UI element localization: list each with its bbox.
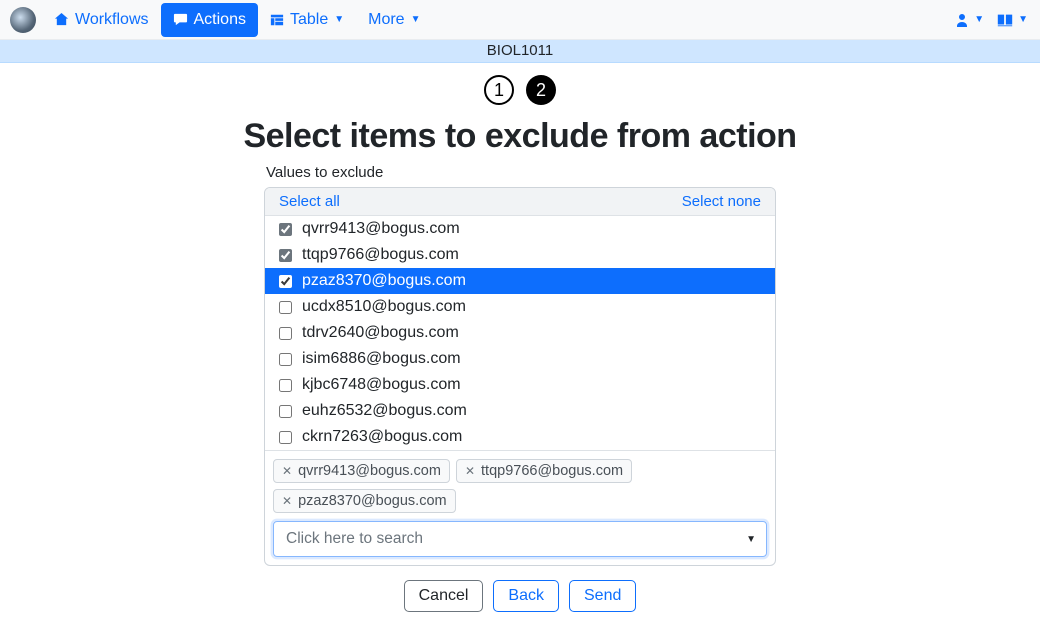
list-item-label: euhz6532@bogus.com — [302, 402, 467, 420]
select-all-link[interactable]: Select all — [279, 193, 340, 210]
step-2: 2 — [526, 75, 556, 105]
panel-header: Select all Select none — [265, 188, 775, 216]
panel-label: Values to exclude — [266, 164, 776, 181]
list-item[interactable]: ckrn7263@bogus.com — [265, 424, 775, 450]
nav-workflows-label: Workflows — [75, 11, 149, 29]
list-item-checkbox[interactable] — [279, 223, 292, 236]
list-item[interactable]: qvrr9413@bogus.com — [265, 216, 775, 242]
nav-workflows[interactable]: Workflows — [42, 3, 161, 37]
list-item-checkbox[interactable] — [279, 405, 292, 418]
chip: ✕ qvrr9413@bogus.com — [273, 459, 450, 483]
list-item[interactable]: ucdx8510@bogus.com — [265, 294, 775, 320]
main-content: 1 2 Select items to exclude from action … — [0, 63, 1040, 632]
list-item[interactable]: pzaz8370@bogus.com — [265, 268, 775, 294]
search-input[interactable] — [284, 529, 746, 549]
nav-table[interactable]: Table ▼ — [258, 3, 356, 37]
comment-icon — [173, 12, 188, 27]
nav-more[interactable]: More ▼ — [356, 3, 432, 37]
list-item-checkbox[interactable] — [279, 327, 292, 340]
list-item-checkbox[interactable] — [279, 275, 292, 288]
selected-chips: ✕ qvrr9413@bogus.com ✕ ttqp9766@bogus.com ✕ p… — [265, 450, 775, 521]
list-item-label: ckrn7263@bogus.com — [302, 428, 462, 446]
chip-remove-icon[interactable]: ✕ — [282, 464, 292, 478]
list-item-label: ttqp9766@bogus.com — [302, 246, 459, 264]
list-item-checkbox[interactable] — [279, 249, 292, 262]
list-item-checkbox[interactable] — [279, 379, 292, 392]
caret-down-icon: ▼ — [974, 14, 984, 25]
app-logo[interactable] — [10, 7, 36, 33]
nav-actions[interactable]: Actions — [161, 3, 258, 37]
list-item-label: qvrr9413@bogus.com — [302, 220, 460, 238]
list-item-label: tdrv2640@bogus.com — [302, 324, 459, 342]
book-menu[interactable]: ▼ — [996, 12, 1028, 28]
table-icon — [270, 13, 284, 27]
nav-more-label: More — [368, 11, 404, 29]
context-title: BIOL1011 — [487, 42, 553, 59]
list-item-checkbox[interactable] — [279, 301, 292, 314]
list-item-label: isim6886@bogus.com — [302, 350, 461, 368]
book-icon — [996, 12, 1014, 28]
list-item[interactable]: euhz6532@bogus.com — [265, 398, 775, 424]
step-1: 1 — [484, 75, 514, 105]
list-item-label: pzaz8370@bogus.com — [302, 272, 466, 290]
chip-label: qvrr9413@bogus.com — [298, 463, 441, 479]
list-item-label: kjbc6748@bogus.com — [302, 376, 461, 394]
chip: ✕ pzaz8370@bogus.com — [273, 489, 456, 513]
nav-actions-label: Actions — [194, 11, 246, 29]
list-item-checkbox[interactable] — [279, 431, 292, 444]
context-bar: BIOL1011 — [0, 40, 1040, 63]
list-item[interactable]: isim6886@bogus.com — [265, 346, 775, 372]
exclude-panel: Select all Select none qvrr9413@bogus.co… — [264, 187, 776, 566]
list-item-checkbox[interactable] — [279, 353, 292, 366]
caret-down-icon: ▼ — [1018, 14, 1028, 25]
list-item[interactable]: tdrv2640@bogus.com — [265, 320, 775, 346]
chip-label: pzaz8370@bogus.com — [298, 493, 447, 509]
step-indicator: 1 2 — [484, 75, 556, 105]
list-item[interactable]: kjbc6748@bogus.com — [265, 372, 775, 398]
nav-table-label: Table — [290, 11, 328, 29]
user-icon — [954, 12, 970, 28]
chip-label: ttqp9766@bogus.com — [481, 463, 623, 479]
caret-down-icon: ▼ — [334, 14, 344, 25]
list-item[interactable]: ttqp9766@bogus.com — [265, 242, 775, 268]
exclude-list[interactable]: qvrr9413@bogus.com ttqp9766@bogus.com pzaz… — [265, 216, 775, 450]
navbar: Workflows Actions Table ▼ More ▼ ▼ ▼ — [0, 0, 1040, 40]
chip: ✕ ttqp9766@bogus.com — [456, 459, 632, 483]
search-combobox[interactable]: ▼ — [273, 521, 767, 557]
caret-down-icon: ▼ — [746, 534, 756, 545]
chip-remove-icon[interactable]: ✕ — [282, 494, 292, 508]
page-title: Select items to exclude from action — [243, 117, 796, 156]
list-item-label: ucdx8510@bogus.com — [302, 298, 466, 316]
chip-remove-icon[interactable]: ✕ — [465, 464, 475, 478]
caret-down-icon: ▼ — [411, 14, 421, 25]
select-none-link[interactable]: Select none — [682, 193, 761, 210]
user-menu[interactable]: ▼ — [954, 12, 984, 28]
home-icon — [54, 12, 69, 27]
